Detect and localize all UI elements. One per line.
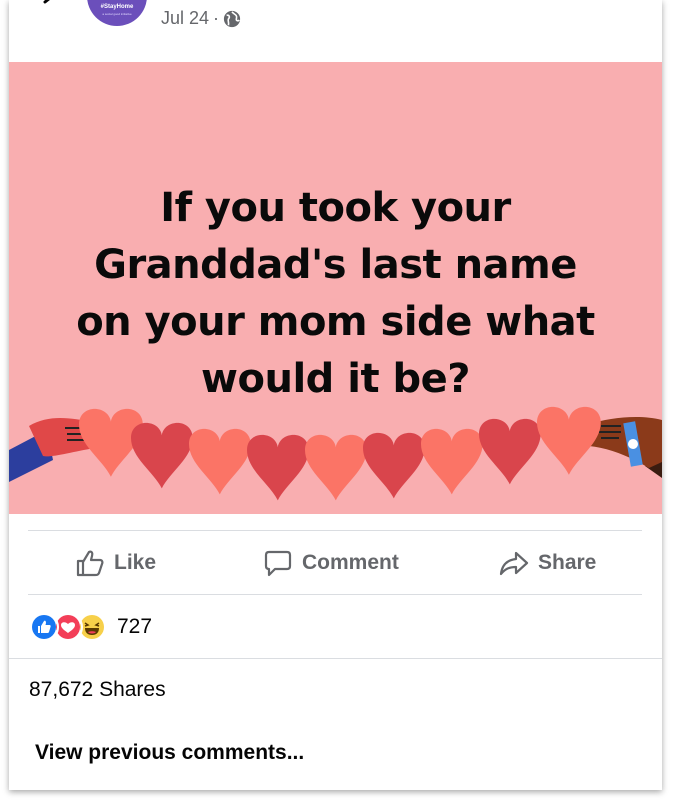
post-header: #StayHome a social good initiative Jul 2… [9, 0, 662, 62]
divider [28, 530, 642, 531]
meta-separator: · [213, 8, 220, 28]
divider [9, 658, 662, 659]
share-button[interactable]: Share [499, 546, 596, 580]
back-chevron-icon[interactable] [37, 0, 65, 16]
reactions-summary[interactable]: 727 [29, 612, 152, 642]
share-icon [499, 551, 529, 576]
action-bar: Like Comment Share [9, 532, 662, 594]
view-previous-comments-link[interactable]: View previous comments... [35, 741, 304, 765]
hearts-garland-illustration [9, 406, 662, 501]
avatar-subtext: a social good initiative [102, 12, 132, 16]
like-label: Like [114, 551, 157, 574]
like-button[interactable]: Like [75, 546, 156, 580]
post-image-text: If you took your Granddad's last name on… [39, 180, 632, 408]
post-image[interactable]: If you took your Granddad's last name on… [9, 62, 662, 514]
divider [28, 594, 642, 595]
image-text-line: If you took your [160, 185, 511, 231]
post-meta: Jul 24 · [161, 8, 241, 29]
like-icon [29, 612, 59, 642]
reaction-count: 727 [117, 615, 153, 638]
comment-button[interactable]: Comment [263, 546, 399, 580]
image-text-line: on your mom side what [76, 299, 595, 345]
share-label: Share [538, 551, 597, 574]
avatar-text: #StayHome [100, 4, 134, 10]
globe-icon [223, 10, 241, 27]
image-text-line: Granddad's last name [94, 242, 577, 288]
avatar[interactable]: #StayHome a social good initiative [87, 0, 147, 26]
comment-label: Comment [302, 551, 399, 574]
comment-icon [264, 550, 292, 577]
thumbs-up-icon [76, 550, 104, 577]
post-date[interactable]: Jul 24 [161, 8, 209, 29]
post-card: #StayHome a social good initiative Jul 2… [9, 0, 662, 790]
shares-count[interactable]: 87,672 Shares [29, 678, 166, 702]
